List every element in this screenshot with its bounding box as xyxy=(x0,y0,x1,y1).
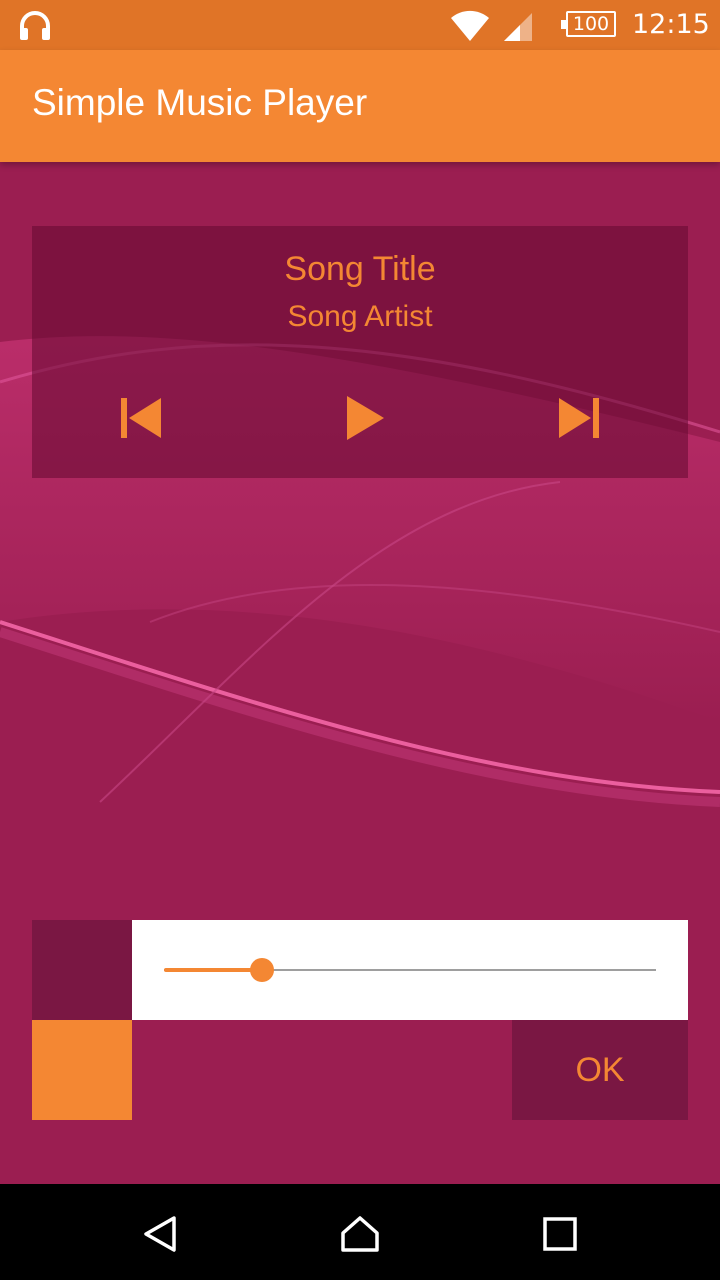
battery-level: 100 xyxy=(572,13,610,35)
home-icon[interactable] xyxy=(338,1212,382,1256)
skip-next-icon xyxy=(559,398,599,438)
wifi-icon xyxy=(451,10,489,41)
dark-color-block xyxy=(32,920,132,1020)
headphones-icon xyxy=(20,11,50,40)
seek-bar[interactable] xyxy=(164,958,656,982)
skip-previous-icon xyxy=(121,398,161,438)
cell-signal-icon xyxy=(504,13,532,41)
seek-progress xyxy=(164,968,263,972)
ok-button[interactable]: OK xyxy=(512,1020,688,1120)
status-clock: 12:15 xyxy=(632,9,710,40)
previous-button[interactable] xyxy=(111,388,171,448)
app-bar: Simple Music Player xyxy=(0,50,720,162)
next-button[interactable] xyxy=(549,388,609,448)
battery-icon: 100 xyxy=(561,11,616,37)
play-button[interactable] xyxy=(334,388,394,448)
song-title: Song Title xyxy=(284,250,436,288)
now-playing-card: Song Title Song Artist xyxy=(32,226,688,478)
back-icon[interactable] xyxy=(138,1212,182,1256)
seek-thumb[interactable] xyxy=(250,958,275,982)
navigation-bar xyxy=(0,1184,720,1280)
song-artist: Song Artist xyxy=(287,300,433,333)
recents-icon[interactable] xyxy=(538,1212,582,1256)
play-icon xyxy=(347,396,384,440)
status-bar: 100 12:15 xyxy=(0,0,720,50)
app-title: Simple Music Player xyxy=(32,82,368,123)
accent-color-block xyxy=(32,1020,132,1120)
seek-panel xyxy=(132,920,688,1020)
